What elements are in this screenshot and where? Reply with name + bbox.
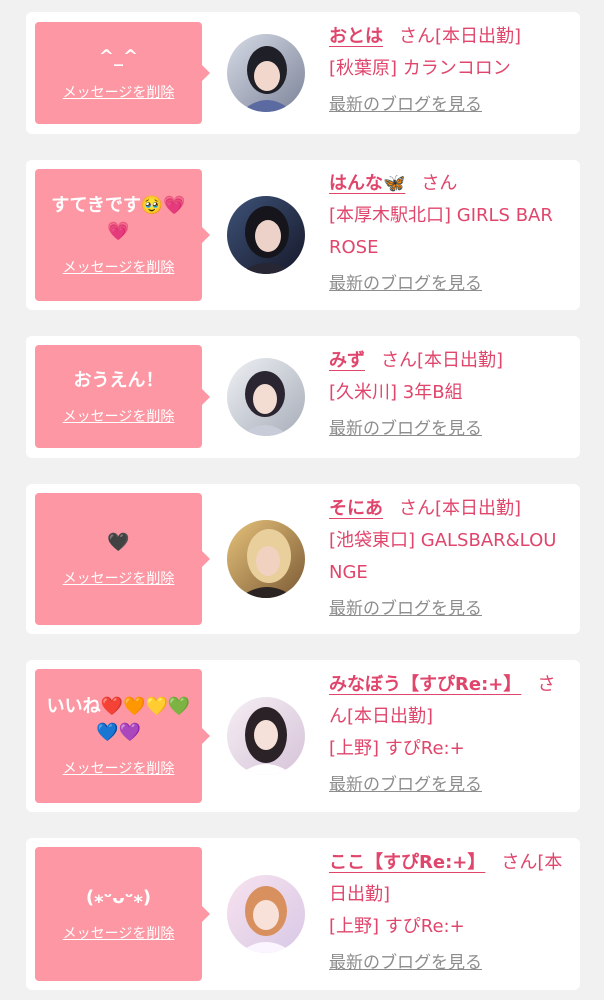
- delete-message-link[interactable]: メッセージを削除: [63, 406, 175, 426]
- message-card: ^_^ メッセージを削除 おとは さん[本日出勤] [秋葉原] カランコロン 最新…: [26, 12, 580, 134]
- message-bubble: (⁎ᵕᴗᵕ⁎) メッセージを削除: [35, 847, 210, 981]
- message-text: おうえん！: [73, 369, 164, 391]
- cast-info: はんな🦋 さん [本厚木駅北口] GIRLS BAR ROSE 最新のブログを見る: [329, 168, 569, 296]
- message-text: いいね❤️🧡💛💚💙💜: [46, 696, 191, 743]
- message-text: (⁎ᵕᴗᵕ⁎): [85, 887, 152, 908]
- shop-name: [秋葉原] カランコロン: [329, 58, 511, 79]
- delete-message-link[interactable]: メッセージを削除: [63, 758, 175, 778]
- message-bubble: ^_^ メッセージを削除: [35, 22, 210, 124]
- cast-name-link[interactable]: ここ【すぴRe:+】: [329, 852, 485, 873]
- message-bubble: 🖤 メッセージを削除: [35, 493, 210, 625]
- work-status: [本日出勤]: [435, 498, 522, 519]
- shop-name: [上野] すぴRe:+: [329, 916, 465, 937]
- latest-blog-link[interactable]: 最新のブログを見る: [329, 93, 482, 117]
- delete-message-link[interactable]: メッセージを削除: [63, 82, 175, 102]
- honorific: さん: [501, 852, 538, 873]
- cast-name-link[interactable]: おとは: [329, 26, 383, 47]
- avatar[interactable]: [227, 358, 305, 436]
- shop-name: [本厚木駅北口] GIRLS BAR ROSE: [329, 205, 553, 258]
- message-card: おうえん！ メッセージを削除 みず さん[本日出勤] [久米川] 3年B組 最新の…: [26, 336, 580, 458]
- latest-blog-link[interactable]: 最新のブログを見る: [329, 597, 482, 621]
- message-bubble: いいね❤️🧡💛💚💙💜 メッセージを削除: [35, 669, 210, 803]
- shop-name: [池袋東口] GALSBAR&LOUNGE: [329, 530, 557, 583]
- message-card: いいね❤️🧡💛💚💙💜 メッセージを削除 みなぼう【すぴRe:+】 さん[本日出勤]…: [26, 660, 580, 812]
- message-text: すてきです🥹💗💗: [51, 195, 186, 242]
- cast-info: みなぼう【すぴRe:+】 さん[本日出勤] [上野] すぴRe:+ 最新のブログを…: [329, 669, 569, 797]
- cast-name-link[interactable]: そにあ: [329, 498, 383, 519]
- honorific: さん: [399, 26, 435, 47]
- message-bubble: すてきです🥹💗💗 メッセージを削除: [35, 169, 210, 301]
- honorific: さん: [381, 350, 417, 371]
- delete-message-link[interactable]: メッセージを削除: [63, 257, 175, 277]
- cast-name-link[interactable]: みなぼう【すぴRe:+】: [329, 674, 521, 695]
- shop-name: [久米川] 3年B組: [329, 382, 463, 403]
- message-bubble: おうえん！ メッセージを削除: [35, 345, 210, 448]
- cast-name-link[interactable]: はんな🦋: [329, 173, 405, 194]
- message-text: 🖤: [107, 532, 130, 553]
- cast-info: おとは さん[本日出勤] [秋葉原] カランコロン 最新のブログを見る: [329, 21, 569, 117]
- latest-blog-link[interactable]: 最新のブログを見る: [329, 272, 482, 296]
- latest-blog-link[interactable]: 最新のブログを見る: [329, 417, 482, 441]
- avatar[interactable]: [227, 196, 305, 274]
- message-card: すてきです🥹💗💗 メッセージを削除 はんな🦋 さん [本厚木駅北口] GIRLS …: [26, 160, 580, 310]
- cast-info: みず さん[本日出勤] [久米川] 3年B組 最新のブログを見る: [329, 345, 569, 441]
- message-text: ^_^: [98, 46, 139, 67]
- avatar[interactable]: [227, 34, 305, 112]
- honorific: さん: [399, 498, 435, 519]
- avatar[interactable]: [227, 697, 305, 775]
- delete-message-link[interactable]: メッセージを削除: [63, 923, 175, 943]
- work-status: [本日出勤]: [435, 26, 522, 47]
- latest-blog-link[interactable]: 最新のブログを見る: [329, 773, 482, 797]
- message-card: 🖤 メッセージを削除 そにあ さん[本日出勤] [池袋東口] GALSBAR&LO…: [26, 484, 580, 634]
- latest-blog-link[interactable]: 最新のブログを見る: [329, 951, 482, 975]
- delete-message-link[interactable]: メッセージを削除: [63, 568, 175, 588]
- shop-name: [上野] すぴRe:+: [329, 738, 465, 759]
- work-status: [本日出勤]: [347, 706, 434, 727]
- cast-name-link[interactable]: みず: [329, 350, 365, 371]
- cast-info: ここ【すぴRe:+】 さん[本日出勤] [上野] すぴRe:+ 最新のブログを見る: [329, 847, 569, 975]
- work-status: [本日出勤]: [417, 350, 504, 371]
- honorific: さん: [421, 173, 458, 194]
- avatar[interactable]: [227, 520, 305, 598]
- message-card: (⁎ᵕᴗᵕ⁎) メッセージを削除 ここ【すぴRe:+】 さん[本日出勤] [上野]…: [26, 838, 580, 990]
- cast-info: そにあ さん[本日出勤] [池袋東口] GALSBAR&LOUNGE 最新のブログ…: [329, 493, 569, 621]
- avatar[interactable]: [227, 875, 305, 953]
